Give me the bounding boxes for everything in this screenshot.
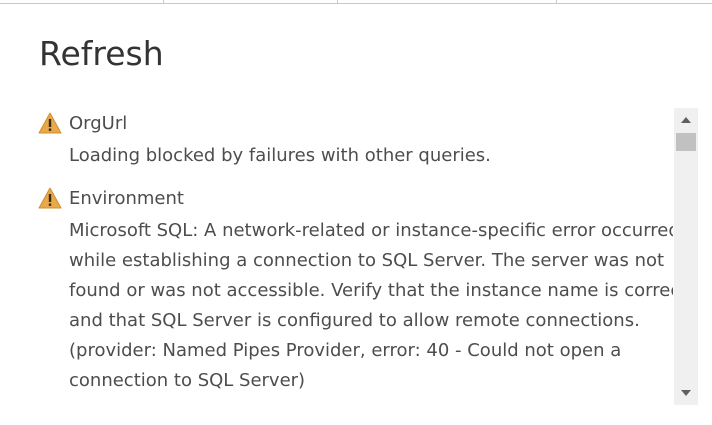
- scroll-down-arrow-icon: [681, 390, 691, 396]
- error-message-line: found or was not accessible. Verify that…: [69, 280, 673, 301]
- error-message-line: and that SQL Server is configured to all…: [69, 310, 640, 331]
- error-message-line: Loading blocked by failures with other q…: [69, 145, 491, 166]
- scroll-down-button[interactable]: [674, 383, 698, 403]
- query-name: OrgUrl: [69, 113, 128, 134]
- refresh-dialog: Refresh OrgUrl Loading blocked by failur…: [0, 0, 712, 425]
- tab-divider: [337, 0, 338, 3]
- warning-icon: [38, 112, 62, 134]
- error-message: Microsoft SQL: A network-related or inst…: [69, 216, 673, 396]
- query-name: Environment: [69, 188, 184, 209]
- warning-icon: [38, 187, 62, 209]
- error-message: Loading blocked by failures with other q…: [69, 141, 669, 171]
- tab-divider: [556, 0, 557, 3]
- error-message-line: while establishing a connection to SQL S…: [69, 250, 665, 271]
- tab-divider: [163, 0, 164, 3]
- dialog-title: Refresh: [39, 34, 164, 73]
- vertical-scrollbar[interactable]: [674, 108, 698, 405]
- scroll-up-button[interactable]: [674, 110, 698, 130]
- messages-list[interactable]: OrgUrl Loading blocked by failures with …: [0, 108, 673, 405]
- error-message-line: connection to SQL Server): [69, 370, 306, 391]
- error-message-line: (provider: Named Pipes Provider, error: …: [69, 340, 622, 361]
- error-message-line: Microsoft SQL: A network-related or inst…: [69, 220, 673, 241]
- tab-strip-edge: [0, 0, 712, 4]
- scroll-thumb[interactable]: [676, 133, 696, 151]
- scroll-up-arrow-icon: [681, 117, 691, 123]
